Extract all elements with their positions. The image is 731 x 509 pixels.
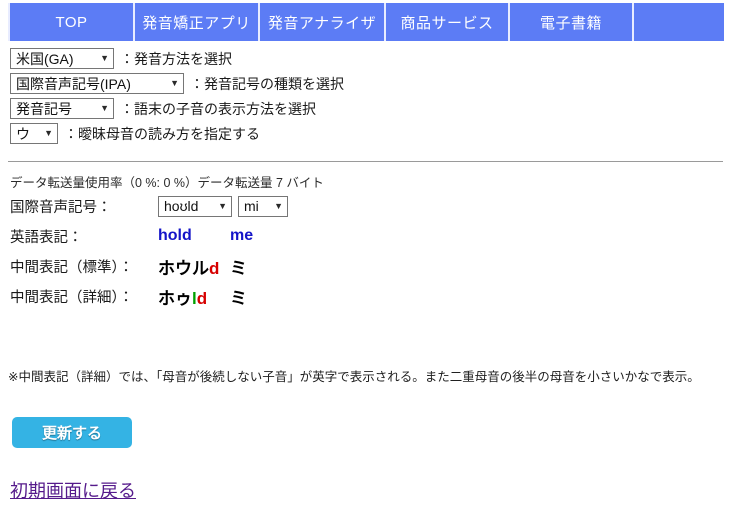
schwa-select[interactable]: ウ ▼ [10, 123, 58, 144]
kana-detail-token-1: ホゥld [158, 284, 230, 309]
back-to-home-link[interactable]: 初期画面に戻る [10, 477, 136, 503]
ipa-token-select-1[interactable]: hoʊld ▼ [158, 195, 232, 217]
option-row-schwa: ウ ▼ ：曖昧母音の読み方を指定する [10, 121, 710, 146]
english-token-1: hold [158, 227, 192, 244]
nav-item-ebooks[interactable]: 電子書籍 [508, 3, 632, 41]
option-row-accent: 米国(GA) ▼ ：発音方法を選択 [10, 46, 710, 71]
results-table: 国際音声記号： hoʊld ▼ mi ▼ 英語表記： hold me 中間表記（… [10, 191, 710, 311]
result-row-ipa: 国際音声記号： hoʊld ▼ mi ▼ [10, 191, 710, 221]
notation-select-description: ：発音記号の種類を選択 [190, 75, 344, 92]
schwa-select-value: ウ [16, 125, 30, 142]
kana-black: ミ [230, 288, 247, 308]
chevron-down-icon: ▼ [218, 200, 227, 211]
result-label-english: 英語表記： [10, 229, 83, 246]
nav-bar: TOP 発音矯正アプリ 発音アナライザ 商品サービス 電子書籍 [8, 3, 724, 41]
chevron-down-icon: ▼ [274, 200, 283, 211]
result-row-english: 英語表記： hold me [10, 221, 710, 251]
chevron-down-icon: ▼ [170, 78, 179, 88]
english-token-2: me [230, 227, 254, 244]
ipa-token-select-2[interactable]: mi ▼ [238, 195, 288, 217]
kana-black: ホゥ [158, 288, 192, 308]
result-label-ipa: 国際音声記号： [10, 199, 112, 216]
chevron-down-icon: ▼ [100, 103, 109, 113]
chevron-down-icon: ▼ [100, 53, 109, 63]
nav-item-pronunciation-analyzer[interactable]: 発音アナライザ [258, 3, 384, 41]
nav-item-pronunciation-app[interactable]: 発音矯正アプリ [133, 3, 258, 41]
kana-standard-token-2: ミ [230, 254, 247, 279]
nav-item-label: 電子書籍 [539, 14, 602, 32]
result-value-kana-standard: ホウルd ミ [158, 254, 247, 279]
result-row-kana-standard: 中間表記（標準）： ホウルd ミ [10, 251, 710, 281]
final-consonant-select-value: 発音記号 [16, 100, 72, 117]
ipa-token-value: hoʊld [164, 198, 199, 214]
accent-select-value: 米国(GA) [16, 50, 74, 67]
kana-red: d [196, 288, 208, 308]
kana-detail-token-2: ミ [230, 284, 247, 309]
nav-item-label: TOP [55, 13, 88, 31]
accent-select[interactable]: 米国(GA) ▼ [10, 48, 114, 69]
kana-black: ホウル [158, 258, 209, 278]
nav-item-top[interactable]: TOP [8, 3, 133, 41]
nav-item-products-services[interactable]: 商品サービス [384, 3, 508, 41]
schwa-select-description: ：曖昧母音の読み方を指定する [64, 125, 260, 142]
accent-select-description: ：発音方法を選択 [120, 50, 232, 67]
chevron-down-icon: ▼ [44, 128, 53, 138]
nav-empty-cell [632, 3, 724, 41]
kana-black: ミ [230, 258, 247, 278]
result-row-kana-detail: 中間表記（詳細）： ホゥld ミ [10, 281, 710, 311]
result-label-kana-standard: 中間表記（標準）： [10, 259, 134, 276]
footnote: ※中間表記（詳細）では、「母音が後続しない子音」が英字で表示される。また二重母音… [8, 370, 700, 384]
result-value-kana-detail: ホゥld ミ [158, 284, 247, 309]
main-navigation: TOP 発音矯正アプリ 発音アナライザ 商品サービス 電子書籍 [8, 3, 724, 41]
option-row-final-consonant: 発音記号 ▼ ：語末の子音の表示方法を選択 [10, 96, 710, 121]
update-button[interactable]: 更新する [12, 417, 132, 448]
notation-select-value: 国際音声記号(IPA) [16, 75, 131, 92]
final-consonant-select-description: ：語末の子音の表示方法を選択 [120, 100, 316, 117]
result-value-english: hold me [158, 227, 253, 245]
nav-item-label: 商品サービス [400, 14, 494, 32]
option-selectors: 米国(GA) ▼ ：発音方法を選択 国際音声記号(IPA) ▼ ：発音記号の種類… [10, 46, 710, 146]
data-transfer-status: データ転送量使用率（0 %: 0 %）データ転送量 7 バイト [10, 176, 324, 190]
kana-red: d [209, 258, 220, 278]
kana-standard-token-1: ホウルd [158, 254, 230, 279]
ipa-token-value: mi [244, 198, 259, 214]
nav-item-label: 発音アナライザ [267, 14, 377, 32]
nav-item-label: 発音矯正アプリ [142, 14, 251, 32]
result-label-kana-detail: 中間表記（詳細）： [10, 289, 134, 306]
option-row-notation: 国際音声記号(IPA) ▼ ：発音記号の種類を選択 [10, 71, 710, 96]
final-consonant-select[interactable]: 発音記号 ▼ [10, 98, 114, 119]
notation-select[interactable]: 国際音声記号(IPA) ▼ [10, 73, 184, 94]
result-value-ipa: hoʊld ▼ mi ▼ [158, 195, 294, 217]
section-divider [8, 161, 723, 162]
